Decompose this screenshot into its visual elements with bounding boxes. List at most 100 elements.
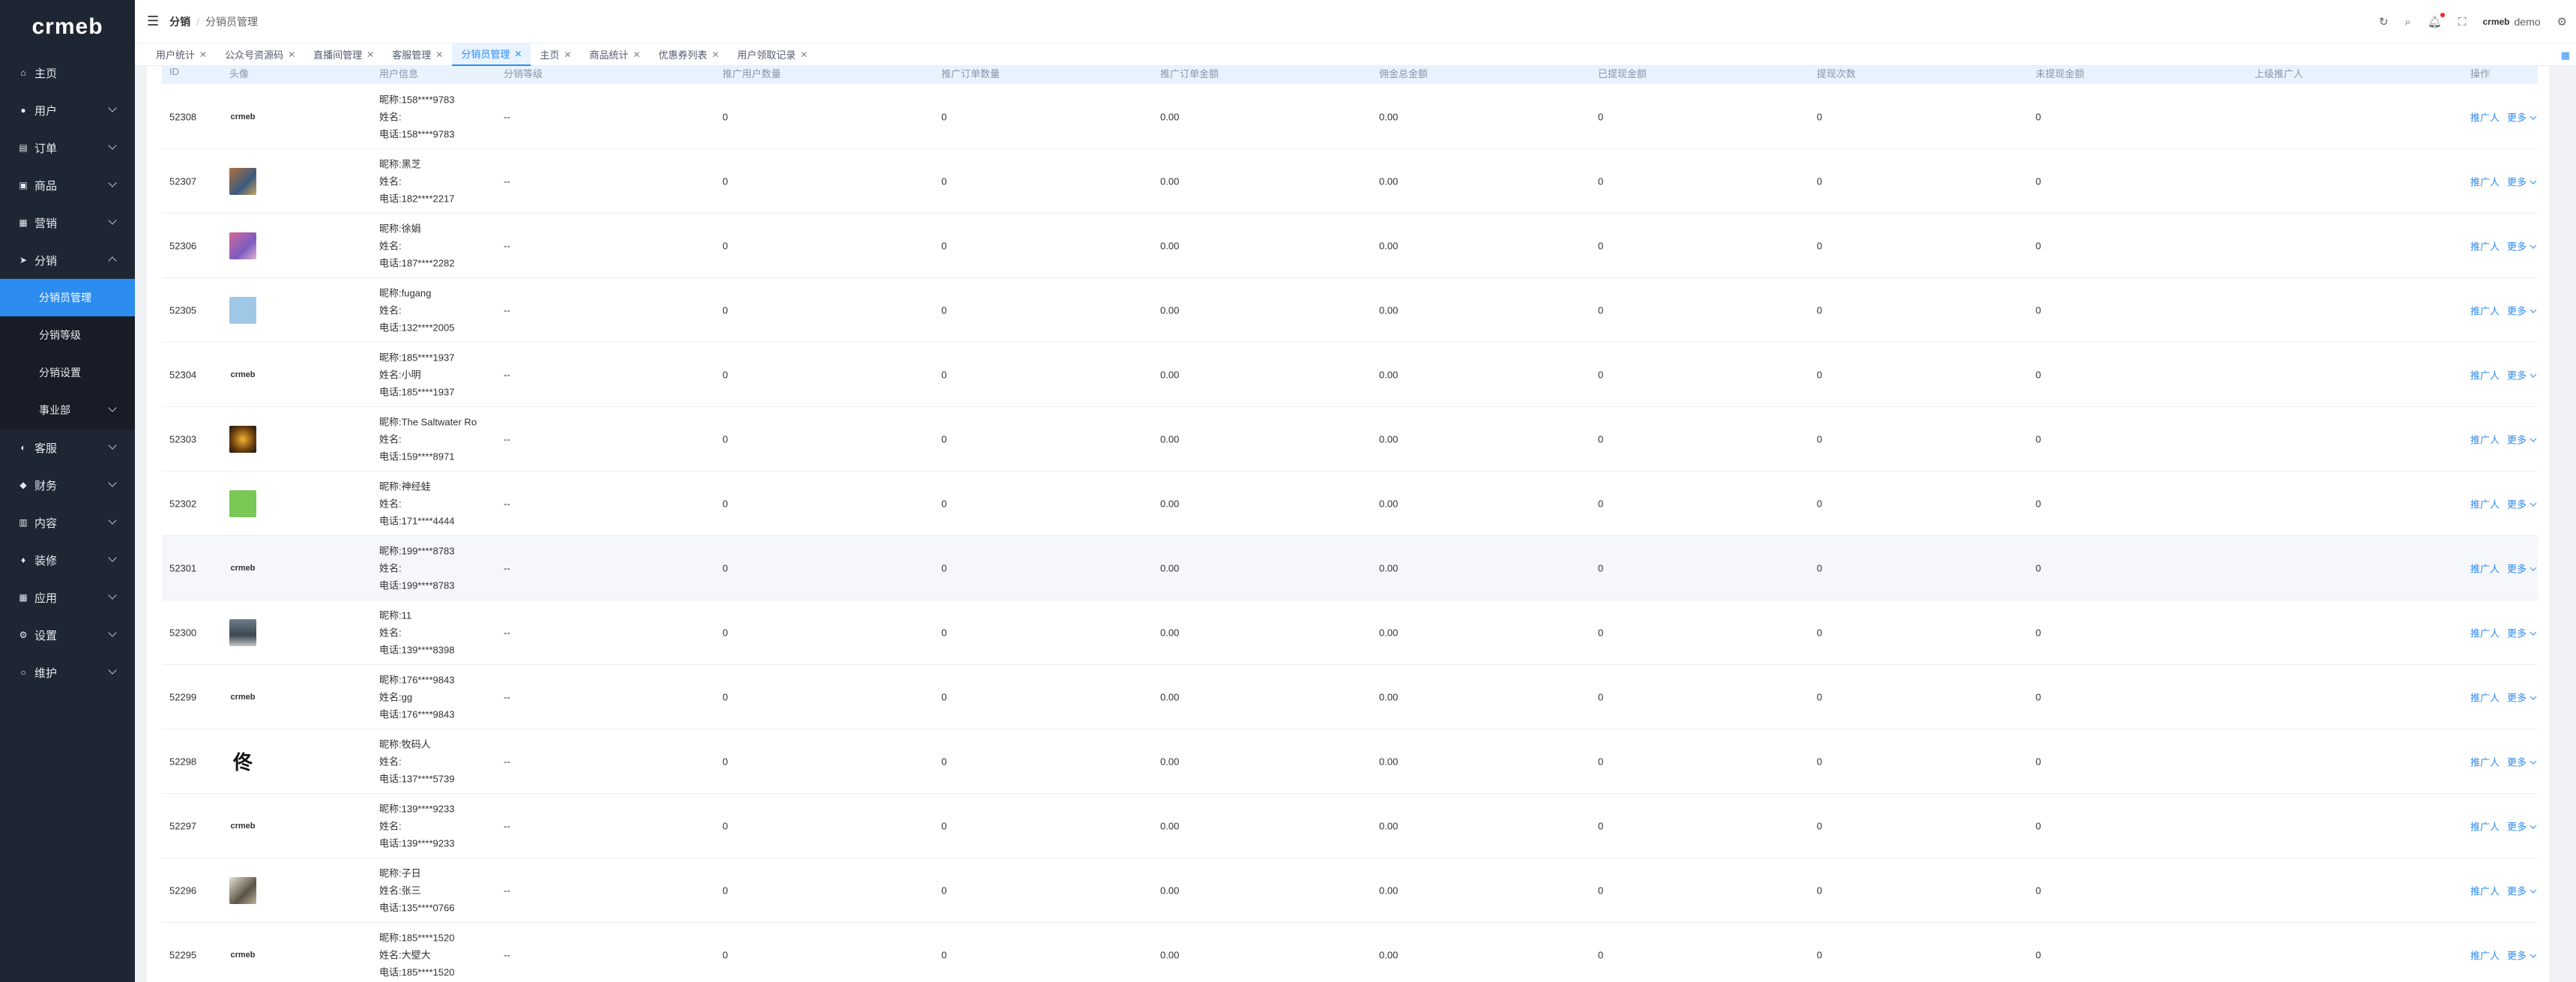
table-row[interactable]: 52299 crmeb 昵称:176****9843 姓名:gg 电话:176****9… xyxy=(162,665,2538,729)
close-icon[interactable]: ✕ xyxy=(199,49,207,60)
promoter-link[interactable]: 推广人 xyxy=(2470,367,2500,382)
promoter-link[interactable]: 推广人 xyxy=(2470,561,2500,575)
table-row[interactable]: 52308 crmeb 昵称:158****9783 姓名: 电话:158****978… xyxy=(162,85,2538,149)
refresh-icon[interactable]: ↻ xyxy=(2379,15,2389,28)
close-icon[interactable]: ✕ xyxy=(800,49,808,60)
fullscreen-icon[interactable]: ⛶ xyxy=(2458,16,2467,28)
table-row[interactable]: 52305 昵称:fugang 姓名: 电话:132****2005 -- 0 0 0.00 0… xyxy=(162,278,2538,343)
close-icon[interactable]: ✕ xyxy=(367,49,374,60)
sidebar-item-distribution[interactable]: ➤ 分销 xyxy=(0,241,135,279)
tab-live-room[interactable]: 直播间管理 ✕ xyxy=(304,43,383,66)
promoter-link[interactable]: 推广人 xyxy=(2470,303,2500,317)
sidebar-item-user[interactable]: ● 用户 xyxy=(0,91,135,129)
avatar[interactable]: crmeb xyxy=(229,103,256,130)
table-row[interactable]: 52306 昵称:徐娟 姓名: 电话:187****2282 -- 0 0 0.00 0.00 0… xyxy=(162,214,2538,278)
tab-distributor-manage[interactable]: 分销员管理 ✕ xyxy=(452,43,531,66)
sidebar-item-service[interactable]: ◐ 客服 xyxy=(0,429,135,466)
tab-home[interactable]: 主页 ✕ xyxy=(531,43,580,66)
table-row[interactable]: 52302 昵称:神经蛙 姓名: 电话:171****4444 -- 0 0 0.00 0.00… xyxy=(162,472,2538,536)
sidebar-item-home[interactable]: ⌂ 主页 xyxy=(0,54,135,91)
notification-icon[interactable]: 🔔︎ xyxy=(2428,13,2445,28)
avatar[interactable] xyxy=(229,232,256,259)
sidebar-subitem-distributor-level[interactable]: 分销等级 xyxy=(0,316,135,354)
gear-icon[interactable]: ⚙ xyxy=(2557,15,2567,28)
table-row[interactable]: 52295 crmeb 昵称:185****1520 姓名:大壁大 电话:185****… xyxy=(162,923,2538,982)
user-menu[interactable]: crmeb demo xyxy=(2482,16,2540,28)
avatar[interactable] xyxy=(229,296,256,324)
sidebar-item-decorate[interactable]: ♦ 装修 xyxy=(0,541,135,579)
tab-goods-stats[interactable]: 商品统计 ✕ xyxy=(580,43,649,66)
close-icon[interactable]: ✕ xyxy=(435,49,443,60)
table-row[interactable]: 52303 昵称:The Saltwater Ro 姓名: 电话:159****897… xyxy=(162,407,2538,472)
sidebar-item-order[interactable]: ▤ 订单 xyxy=(0,129,135,166)
promoter-link[interactable]: 推广人 xyxy=(2470,948,2500,962)
sidebar-subitem-distributor-manage[interactable]: 分销员管理 xyxy=(0,279,135,316)
table-row[interactable]: 52297 crmeb 昵称:139****9233 姓名: 电话:139****923… xyxy=(162,794,2538,858)
more-dropdown[interactable]: 更多 xyxy=(2507,883,2536,897)
more-dropdown[interactable]: 更多 xyxy=(2507,754,2536,768)
more-dropdown[interactable]: 更多 xyxy=(2507,432,2536,446)
avatar[interactable]: crmeb xyxy=(229,942,256,969)
sidebar-item-marketing[interactable]: ▦ 营销 xyxy=(0,204,135,241)
tab-coupon-list[interactable]: 优惠券列表 ✕ xyxy=(650,43,729,66)
tab-wechat-code[interactable]: 公众号资源码 ✕ xyxy=(216,43,304,66)
close-icon[interactable]: ✕ xyxy=(564,49,571,60)
more-dropdown[interactable]: 更多 xyxy=(2507,367,2536,382)
avatar[interactable] xyxy=(229,876,256,904)
avatar[interactable] xyxy=(229,490,256,517)
promoter-link[interactable]: 推广人 xyxy=(2470,432,2500,446)
brand-logo[interactable]: crmeb xyxy=(0,0,135,54)
more-dropdown[interactable]: 更多 xyxy=(2507,948,2536,962)
more-dropdown[interactable]: 更多 xyxy=(2507,561,2536,575)
sidebar-item-goods[interactable]: ▣ 商品 xyxy=(0,166,135,204)
more-dropdown[interactable]: 更多 xyxy=(2507,303,2536,317)
avatar[interactable] xyxy=(229,425,256,453)
tabs-menu-icon[interactable]: ▦ xyxy=(2561,49,2570,61)
sidebar-item-settings[interactable]: ⚙ 设置 xyxy=(0,616,135,654)
table-row[interactable]: 52296 昵称:子日 姓名:张三 电话:135****0766 -- 0 0 0.00 0.0… xyxy=(162,858,2538,923)
table-row[interactable]: 52301 crmeb 昵称:199****8783 姓名: 电话:199****878… xyxy=(162,536,2538,600)
avatar[interactable] xyxy=(229,167,256,195)
tab-coupon-records[interactable]: 用户领取记录 ✕ xyxy=(729,43,817,66)
promoter-link[interactable]: 推广人 xyxy=(2470,109,2500,124)
sidebar-subitem-division[interactable]: 事业部 xyxy=(0,391,135,429)
promoter-link[interactable]: 推广人 xyxy=(2470,690,2500,704)
more-dropdown[interactable]: 更多 xyxy=(2507,238,2536,253)
search-icon[interactable]: ⌕ xyxy=(2405,16,2411,28)
avatar[interactable]: crmeb xyxy=(229,684,256,711)
close-icon[interactable]: ✕ xyxy=(514,49,522,59)
more-dropdown[interactable]: 更多 xyxy=(2507,625,2536,639)
more-dropdown[interactable]: 更多 xyxy=(2507,496,2536,510)
menu-toggle-icon[interactable]: ☰ xyxy=(147,13,159,29)
more-dropdown[interactable]: 更多 xyxy=(2507,819,2536,833)
more-dropdown[interactable]: 更多 xyxy=(2507,109,2536,124)
table-row[interactable]: 52304 crmeb 昵称:185****1937 姓名:小明 电话:185****1… xyxy=(162,343,2538,407)
promoter-link[interactable]: 推广人 xyxy=(2470,819,2500,833)
close-icon[interactable]: ✕ xyxy=(712,49,720,60)
avatar[interactable]: crmeb xyxy=(229,813,256,840)
sidebar-item-apps[interactable]: ▦ 应用 xyxy=(0,579,135,616)
more-dropdown[interactable]: 更多 xyxy=(2507,690,2536,704)
close-icon[interactable]: ✕ xyxy=(288,49,295,60)
promoter-link[interactable]: 推广人 xyxy=(2470,238,2500,253)
promoter-link[interactable]: 推广人 xyxy=(2470,625,2500,639)
more-dropdown[interactable]: 更多 xyxy=(2507,174,2536,188)
avatar[interactable]: 佟 xyxy=(229,747,256,775)
promoter-link[interactable]: 推广人 xyxy=(2470,496,2500,510)
sidebar-subitem-distributor-settings[interactable]: 分销设置 xyxy=(0,354,135,391)
tab-user-stats[interactable]: 用户统计 ✕ xyxy=(147,43,216,66)
table-row[interactable]: 52300 昵称:11 姓名: 电话:139****8398 -- 0 0 0.00 0.00 0… xyxy=(162,600,2538,665)
sidebar-item-finance[interactable]: ◆ 财务 xyxy=(0,466,135,504)
avatar[interactable] xyxy=(229,618,256,646)
promoter-link[interactable]: 推广人 xyxy=(2470,174,2500,188)
table-row[interactable]: 52307 昵称:黑芝 姓名: 电话:182****2217 -- 0 0 0.00 0.00 0… xyxy=(162,149,2538,214)
avatar[interactable]: crmeb xyxy=(229,555,256,582)
sidebar-item-content[interactable]: ▥ 内容 xyxy=(0,504,135,541)
promoter-link[interactable]: 推广人 xyxy=(2470,883,2500,897)
promoter-link[interactable]: 推广人 xyxy=(2470,754,2500,768)
tab-service-manage[interactable]: 客服管理 ✕ xyxy=(383,43,452,66)
sidebar-item-maintain[interactable]: ○ 维护 xyxy=(0,654,135,691)
table-row[interactable]: 52298 佟 昵称:牧码人 姓名: 电话:137****5739 -- 0 0 0.00 0.0… xyxy=(162,729,2538,794)
avatar[interactable]: crmeb xyxy=(229,361,256,388)
breadcrumb-parent[interactable]: 分销 xyxy=(169,14,190,29)
